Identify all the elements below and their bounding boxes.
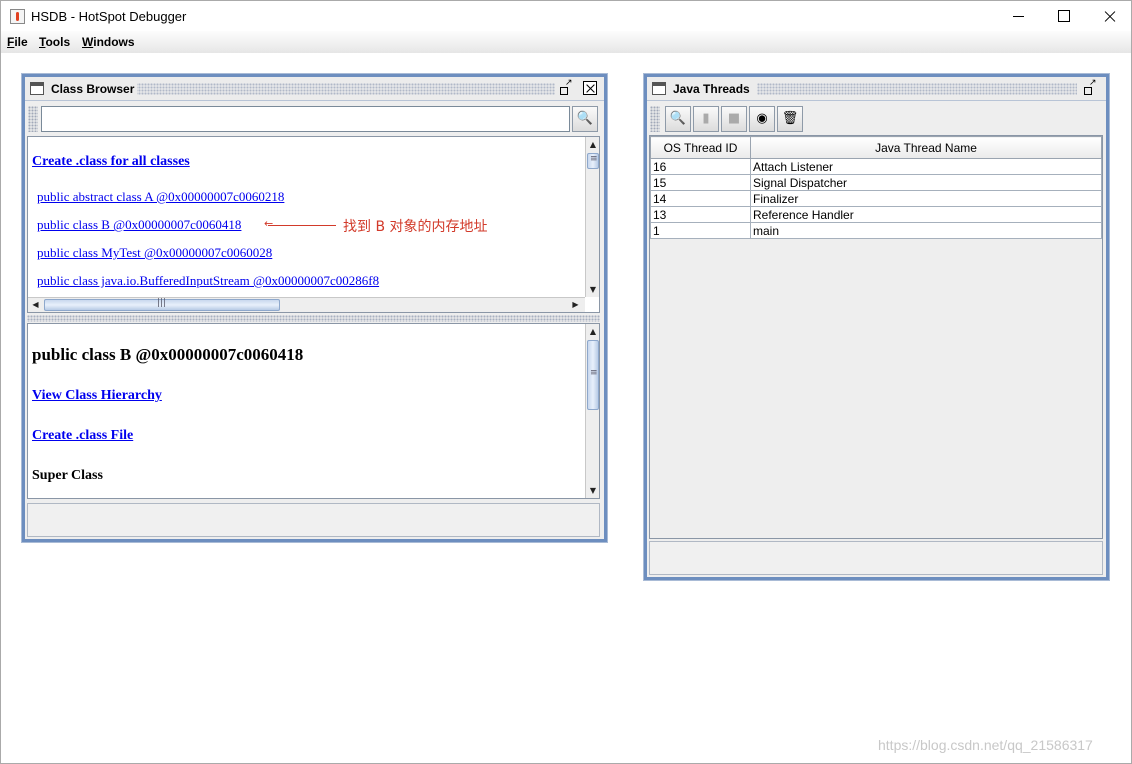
thread-name-cell: main [750, 222, 1102, 239]
class-list-pane: Create .class for all classes public abs… [27, 136, 600, 313]
restore-icon[interactable] [559, 78, 573, 95]
class-browser-status-bar [27, 503, 600, 537]
stack-memory-icon[interactable]: ▮ [693, 106, 719, 132]
class-browser-title: Class Browser [51, 82, 138, 96]
thread-id-cell: 14 [650, 190, 751, 207]
scroll-up-icon[interactable]: ▲ [586, 137, 599, 152]
create-class-file-link[interactable]: Create .class File [32, 428, 133, 444]
java-stack-trace-icon[interactable]: ■ [721, 106, 747, 132]
annotation-arrow [268, 225, 336, 226]
menu-bar: File Tools Windows [0, 31, 1132, 53]
split-pane-divider[interactable] [27, 315, 600, 322]
scroll-thumb[interactable] [587, 340, 599, 410]
threads-table-header: OS Thread ID Java Thread Name [650, 136, 1102, 159]
thread-name-cell: Signal Dispatcher [750, 174, 1102, 191]
class-link-a[interactable]: public abstract class A @0x00000007c0060… [37, 189, 284, 205]
java-threads-status-bar [649, 541, 1103, 575]
close-frame-icon[interactable] [583, 81, 597, 95]
class-browser-titlebar[interactable]: Class Browser [25, 77, 604, 101]
hscroll-thumb[interactable] [44, 298, 280, 311]
class-detail-heading: public class B @0x00000007c0060418 [32, 345, 304, 364]
table-row[interactable]: 16 Attach Listener [650, 158, 1102, 175]
frame-window-icon [30, 82, 44, 95]
window-titlebar: HSDB - HotSpot Debugger [0, 0, 1132, 31]
class-search-input[interactable] [41, 106, 570, 132]
java-app-icon [10, 9, 25, 24]
trash-icon[interactable]: 🗑 [777, 106, 803, 132]
scroll-down-icon[interactable]: ▼ [586, 483, 599, 498]
threads-table-scrollpane: OS Thread ID Java Thread Name 16 Attach … [649, 135, 1103, 539]
column-java-thread-name[interactable]: Java Thread Name [750, 136, 1102, 159]
frame-window-icon [652, 82, 666, 95]
menu-file[interactable]: File [7, 35, 28, 49]
arrow-head-icon: ← [264, 217, 274, 230]
table-row[interactable]: 1 main [650, 222, 1102, 239]
scroll-left-icon[interactable]: ◀ [28, 298, 43, 312]
class-browser-frame: Class Browser 🔍 Create .class for all cl… [21, 73, 608, 543]
class-link-bufferedinputstream[interactable]: public class java.io.BufferedInputStream… [37, 273, 379, 289]
scroll-down-icon[interactable]: ▼ [586, 282, 599, 297]
class-detail-vscrollbar[interactable]: ▲ ▼ [585, 324, 599, 498]
threads-table: OS Thread ID Java Thread Name 16 Attach … [650, 136, 1102, 239]
scroll-right-icon[interactable]: ▶ [568, 298, 583, 312]
annotation-text: 找到 B 对象的内存地址 [343, 219, 488, 235]
close-window-button[interactable] [1087, 1, 1132, 31]
scroll-thumb[interactable] [587, 153, 599, 169]
minimize-button[interactable] [995, 1, 1041, 31]
class-list-vscrollbar[interactable]: ▲ ▼ [585, 137, 599, 297]
toolbar-grip[interactable] [650, 106, 660, 132]
super-class-label: Super Class [32, 468, 103, 483]
thread-id-cell: 1 [650, 222, 751, 239]
table-row[interactable]: 14 Finalizer [650, 190, 1102, 207]
class-link-b[interactable]: public class B @0x00000007c0060418 [37, 217, 241, 233]
titlebar-grip [135, 83, 555, 95]
table-row[interactable]: 13 Reference Handler [650, 206, 1102, 223]
inspect-thread-icon[interactable]: 🔍 [665, 106, 691, 132]
thread-id-cell: 13 [650, 206, 751, 223]
view-class-hierarchy-link[interactable]: View Class Hierarchy [32, 388, 162, 404]
thread-name-cell: Attach Listener [750, 158, 1102, 175]
window-title: HSDB - HotSpot Debugger [31, 9, 187, 24]
watermark-text: https://blog.csdn.net/qq_21586317 [878, 737, 1093, 753]
titlebar-grip [757, 83, 1077, 95]
menu-windows[interactable]: Windows [82, 35, 135, 49]
toolbar-grip[interactable] [28, 106, 38, 132]
class-detail-pane: public class B @0x00000007c0060418 View … [27, 323, 600, 499]
class-list-hscrollbar[interactable]: ◀ ▶ [28, 297, 585, 312]
menu-tools[interactable]: Tools [39, 35, 70, 49]
create-all-classes-link[interactable]: Create .class for all classes [32, 154, 190, 170]
java-threads-titlebar[interactable]: Java Threads [647, 77, 1106, 101]
restore-icon[interactable] [1083, 78, 1097, 95]
thread-name-cell: Reference Handler [750, 206, 1102, 223]
java-threads-title: Java Threads [673, 82, 753, 96]
binoculars-search-icon[interactable]: 🔍 [572, 106, 598, 132]
scroll-up-icon[interactable]: ▲ [586, 324, 599, 339]
java-threads-frame: Java Threads 🔍 ▮ ■ ◉ 🗑 OS Thread ID Java… [643, 73, 1110, 581]
class-link-mytest[interactable]: public class MyTest @0x00000007c0060028 [37, 245, 272, 261]
thread-id-cell: 15 [650, 174, 751, 191]
table-row[interactable]: 15 Signal Dispatcher [650, 174, 1102, 191]
thread-info-icon[interactable]: ◉ [749, 106, 775, 132]
thread-id-cell: 16 [650, 158, 751, 175]
thread-name-cell: Finalizer [750, 190, 1102, 207]
maximize-button[interactable] [1041, 1, 1087, 31]
column-os-thread-id[interactable]: OS Thread ID [650, 136, 751, 159]
